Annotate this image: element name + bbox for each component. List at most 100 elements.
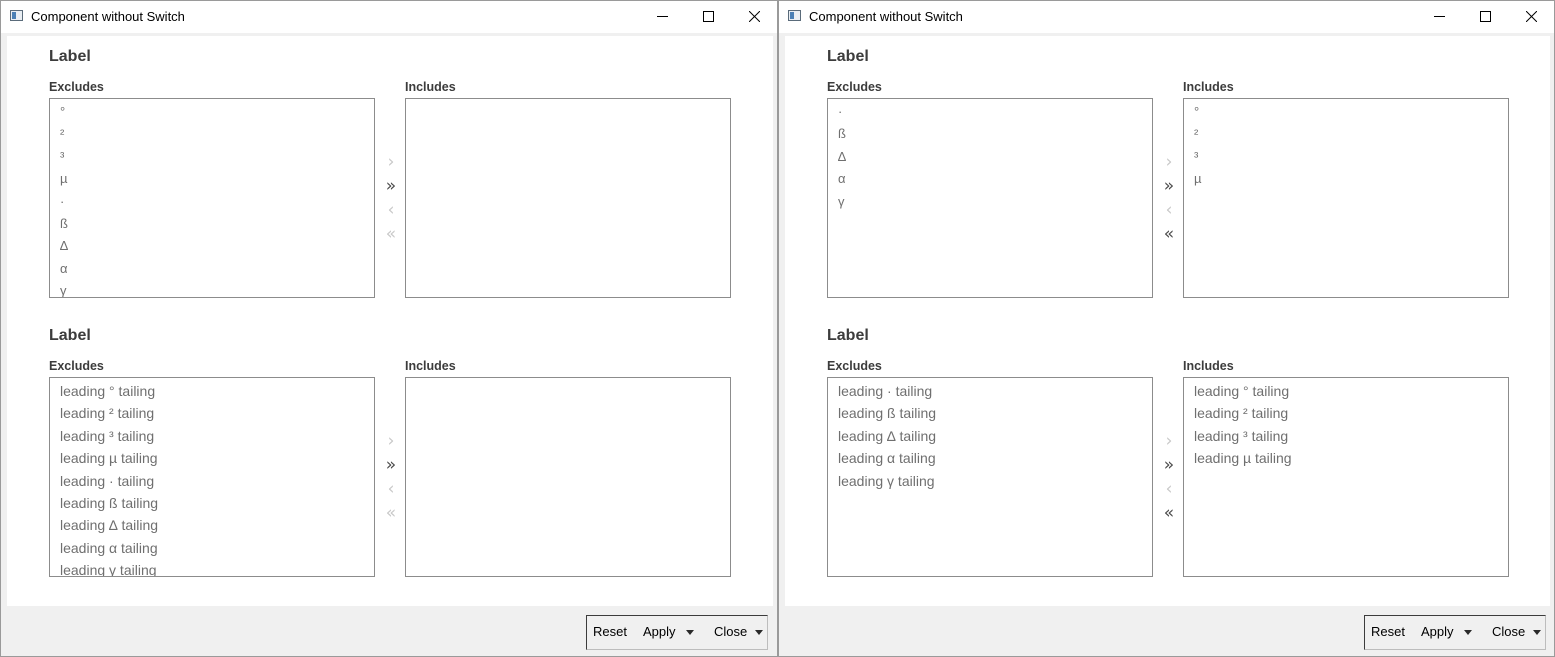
list-item[interactable]: leading γ tailing — [50, 559, 374, 576]
move-all-left-button[interactable]: « — [1157, 222, 1181, 246]
section-label: Label — [49, 327, 91, 344]
close-window-button[interactable] — [1508, 1, 1554, 33]
move-all-right-button[interactable]: » — [1157, 453, 1181, 477]
excludes-label: Excludes — [827, 80, 882, 94]
transfer-buttons: › » ‹ « — [1157, 429, 1181, 525]
reset-button[interactable]: Reset — [593, 624, 627, 639]
list-item[interactable]: leading α tailing — [828, 447, 1152, 469]
maximize-icon — [703, 11, 714, 22]
section-label: Label — [49, 48, 91, 65]
dual-list-section-1: Label Excludes Includes ° ² ³ µ · ß ∆ α γ › » ‹ … — [7, 36, 773, 315]
dual-list-section-1: Label Excludes Includes · ß ∆ α γ › » ‹ « ° ²… — [785, 36, 1550, 315]
includes-label: Includes — [405, 359, 456, 373]
list-item[interactable]: · — [828, 101, 1152, 123]
list-item[interactable]: leading ² tailing — [1184, 402, 1508, 424]
list-item[interactable]: ∆ — [50, 235, 374, 257]
move-left-button[interactable]: ‹ — [1157, 477, 1181, 501]
list-item[interactable]: α — [828, 168, 1152, 190]
list-item[interactable]: ° — [1184, 101, 1508, 123]
list-item[interactable]: leading α tailing — [50, 537, 374, 559]
excludes-label: Excludes — [827, 359, 882, 373]
list-item[interactable]: · — [50, 191, 374, 213]
section-label: Label — [827, 48, 869, 65]
list-item[interactable]: γ — [828, 191, 1152, 213]
dual-list-section-2: Label Excludes Includes leading ° tailin… — [7, 315, 773, 594]
move-right-button[interactable]: › — [1157, 150, 1181, 174]
list-item[interactable]: leading · tailing — [50, 470, 374, 492]
title-bar[interactable]: Component without Switch — [779, 1, 1554, 33]
excludes-list[interactable]: ° ² ³ µ · ß ∆ α γ — [49, 98, 375, 298]
list-item[interactable]: ³ — [50, 146, 374, 168]
section-label: Label — [827, 327, 869, 344]
list-item[interactable]: leading ∆ tailing — [50, 514, 374, 536]
list-item[interactable]: α — [50, 258, 374, 280]
list-item[interactable]: leading ° tailing — [50, 380, 374, 402]
list-item[interactable]: leading ∆ tailing — [828, 425, 1152, 447]
close-icon — [1526, 11, 1537, 22]
list-item[interactable]: leading µ tailing — [50, 447, 374, 469]
caret-down-icon[interactable] — [686, 630, 694, 635]
includes-list[interactable]: leading ° tailing leading ² tailing leadin… — [1183, 377, 1509, 577]
includes-list[interactable] — [405, 377, 731, 577]
caret-down-icon[interactable] — [755, 630, 763, 635]
list-item[interactable]: leading ³ tailing — [1184, 425, 1508, 447]
button-bar: Reset Apply Close — [586, 615, 768, 650]
move-left-button[interactable]: ‹ — [1157, 198, 1181, 222]
title-bar[interactable]: Component without Switch — [1, 1, 777, 33]
excludes-list[interactable]: · ß ∆ α γ — [827, 98, 1153, 298]
move-all-right-button[interactable]: » — [379, 453, 403, 477]
minimize-icon — [657, 16, 668, 17]
list-item[interactable]: ß — [828, 123, 1152, 145]
move-right-button[interactable]: › — [1157, 429, 1181, 453]
excludes-list[interactable]: leading · tailing leading ß tailing leadin… — [827, 377, 1153, 577]
move-all-left-button[interactable]: « — [379, 501, 403, 525]
excludes-label: Excludes — [49, 359, 104, 373]
close-window-button[interactable] — [731, 1, 777, 33]
caret-down-icon[interactable] — [1464, 630, 1472, 635]
minimize-button[interactable] — [639, 1, 685, 33]
list-item[interactable]: leading ß tailing — [828, 402, 1152, 424]
list-item[interactable]: leading ß tailing — [50, 492, 374, 514]
list-item[interactable]: ∆ — [828, 146, 1152, 168]
move-right-button[interactable]: › — [379, 429, 403, 453]
list-item[interactable]: leading · tailing — [828, 380, 1152, 402]
maximize-button[interactable] — [685, 1, 731, 33]
maximize-button[interactable] — [1462, 1, 1508, 33]
includes-list[interactable] — [405, 98, 731, 298]
list-item[interactable]: ² — [1184, 123, 1508, 145]
move-all-left-button[interactable]: « — [379, 222, 403, 246]
move-left-button[interactable]: ‹ — [379, 477, 403, 501]
app-window-icon — [788, 10, 801, 21]
list-item[interactable]: leading γ tailing — [828, 470, 1152, 492]
window-title: Component without Switch — [31, 9, 185, 24]
list-item[interactable]: leading ³ tailing — [50, 425, 374, 447]
includes-label: Includes — [405, 80, 456, 94]
move-all-right-button[interactable]: » — [1157, 174, 1181, 198]
excludes-list[interactable]: leading ° tailing leading ² tailing leadin… — [49, 377, 375, 577]
move-left-button[interactable]: ‹ — [379, 198, 403, 222]
close-button[interactable]: Close — [714, 624, 747, 639]
list-item[interactable]: ² — [50, 123, 374, 145]
list-item[interactable]: leading ² tailing — [50, 402, 374, 424]
button-bar: Reset Apply Close — [1364, 615, 1546, 650]
app-window-icon — [10, 10, 23, 21]
move-right-button[interactable]: › — [379, 150, 403, 174]
list-item[interactable]: ° — [50, 101, 374, 123]
close-button[interactable]: Close — [1492, 624, 1525, 639]
move-all-left-button[interactable]: « — [1157, 501, 1181, 525]
includes-list[interactable]: ° ² ³ µ — [1183, 98, 1509, 298]
list-item[interactable]: ³ — [1184, 146, 1508, 168]
reset-button[interactable]: Reset — [1371, 624, 1405, 639]
list-item[interactable]: µ — [50, 168, 374, 190]
apply-button[interactable]: Apply — [1421, 624, 1454, 639]
list-item[interactable]: µ — [1184, 168, 1508, 190]
list-item[interactable]: γ — [50, 280, 374, 297]
minimize-button[interactable] — [1416, 1, 1462, 33]
list-item[interactable]: leading ° tailing — [1184, 380, 1508, 402]
caret-down-icon[interactable] — [1533, 630, 1541, 635]
apply-button[interactable]: Apply — [643, 624, 676, 639]
excludes-label: Excludes — [49, 80, 104, 94]
list-item[interactable]: leading µ tailing — [1184, 447, 1508, 469]
move-all-right-button[interactable]: » — [379, 174, 403, 198]
list-item[interactable]: ß — [50, 213, 374, 235]
